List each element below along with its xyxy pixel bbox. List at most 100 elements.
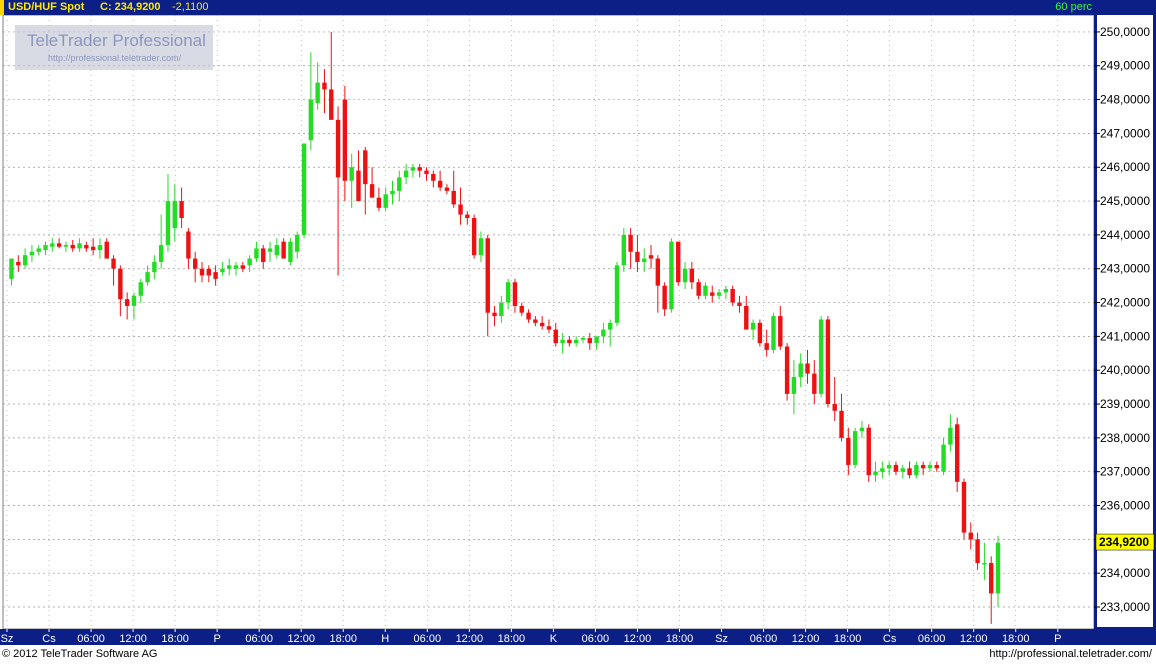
candle-body bbox=[825, 319, 831, 405]
candle-body bbox=[369, 184, 375, 198]
candle-body bbox=[812, 373, 817, 394]
candle-body bbox=[975, 539, 980, 564]
candle-body bbox=[505, 282, 511, 303]
x-tick-label: 18:00 bbox=[834, 633, 862, 645]
candle-body bbox=[995, 542, 1001, 594]
candle-body bbox=[458, 204, 463, 215]
period-label[interactable]: 60 perc bbox=[1055, 0, 1092, 15]
candle-body bbox=[233, 265, 239, 269]
candle-body bbox=[22, 255, 28, 266]
candle-body bbox=[97, 245, 103, 251]
price-axis[interactable]: 233,0000234,0000235,0000236,0000237,0000… bbox=[1094, 15, 1156, 629]
y-tick-label: 244,0000 bbox=[1100, 228, 1150, 242]
candle-body bbox=[322, 82, 327, 90]
footer-url[interactable]: http://professional.teletrader.com/ bbox=[989, 645, 1152, 664]
candle-body bbox=[635, 251, 640, 262]
chart-header: USD/HUF Spot C: 234,9200 -2,1100 60 perc bbox=[0, 0, 1156, 15]
candle-body bbox=[403, 170, 409, 178]
candle-body bbox=[982, 563, 987, 565]
candle-body bbox=[213, 272, 218, 279]
candle-body bbox=[696, 282, 701, 296]
candle-body bbox=[859, 427, 865, 432]
candle-body bbox=[274, 245, 280, 256]
candle-body bbox=[152, 261, 157, 273]
candle-body bbox=[158, 245, 164, 262]
x-tick-label: 12:00 bbox=[287, 633, 315, 645]
time-axis[interactable]: Sz Cs 06:00 12:00 18:00 P 06:00 12:00 18:00 H 06:0… bbox=[0, 629, 1156, 645]
candle-up bbox=[614, 261, 620, 327]
candle-body bbox=[288, 241, 293, 262]
candle-body bbox=[179, 201, 184, 218]
candle-body bbox=[267, 248, 273, 252]
candle-body bbox=[914, 464, 919, 476]
x-tick-label: Sz bbox=[1, 633, 14, 645]
x-tick-label: Sz bbox=[715, 633, 728, 645]
x-tick-label: 12:00 bbox=[624, 633, 652, 645]
candle-body bbox=[329, 89, 334, 120]
candle-body bbox=[594, 336, 599, 344]
price-chart[interactable]: 233,0000234,0000235,0000236,0000237,0000… bbox=[0, 15, 1156, 645]
y-tick-label: 241,0000 bbox=[1100, 329, 1150, 343]
candle-body bbox=[227, 265, 232, 269]
x-tick-label: Cs bbox=[883, 633, 897, 645]
y-tick-label: 236,0000 bbox=[1100, 499, 1150, 513]
candle-body bbox=[682, 268, 688, 283]
candle-body bbox=[56, 243, 62, 247]
candle-body bbox=[839, 410, 844, 438]
candle-body bbox=[710, 292, 715, 296]
candle-down bbox=[825, 316, 831, 408]
candle-body bbox=[866, 427, 871, 476]
x-tick-label: 12:00 bbox=[792, 633, 820, 645]
candle-body bbox=[43, 245, 48, 251]
candle-body bbox=[642, 258, 647, 262]
x-tick-label: 12:00 bbox=[119, 633, 147, 645]
candle-body bbox=[852, 431, 858, 465]
candle-body bbox=[886, 464, 892, 469]
candle-body bbox=[247, 258, 252, 266]
teletrader-logo: TeleTrader Professional http://professio… bbox=[15, 25, 213, 70]
header-marker bbox=[0, 0, 4, 15]
candle-body bbox=[805, 363, 810, 374]
x-tick-label: 06:00 bbox=[77, 633, 105, 645]
y-tick-label: 250,0000 bbox=[1100, 25, 1150, 39]
candle-body bbox=[669, 241, 674, 310]
candle-body bbox=[526, 312, 531, 320]
candle-body bbox=[648, 255, 654, 259]
y-tick-label: 238,0000 bbox=[1100, 431, 1150, 445]
symbol-label[interactable]: USD/HUF Spot bbox=[8, 0, 84, 15]
candle-body bbox=[655, 258, 661, 286]
candle-body bbox=[846, 437, 851, 465]
candle-body bbox=[920, 464, 926, 469]
candle-body bbox=[662, 285, 667, 310]
x-tick-label: 06:00 bbox=[918, 633, 946, 645]
candle-body bbox=[716, 292, 722, 296]
x-tick-label: Cs bbox=[42, 633, 56, 645]
candle-body bbox=[349, 167, 354, 181]
y-tick-label: 233,0000 bbox=[1100, 600, 1150, 614]
x-tick-label: 06:00 bbox=[414, 633, 442, 645]
candle-body bbox=[261, 248, 266, 262]
candle-body bbox=[818, 319, 824, 394]
candle-body bbox=[533, 319, 538, 323]
candle-body bbox=[118, 268, 123, 300]
candle-down bbox=[954, 417, 960, 492]
candle-up bbox=[852, 427, 858, 469]
candle-body bbox=[70, 245, 75, 249]
candle-body bbox=[410, 167, 416, 171]
candle-up bbox=[771, 312, 776, 354]
candle-body bbox=[703, 285, 708, 296]
x-tick-label: 18:00 bbox=[498, 633, 526, 645]
y-tick-label: 247,0000 bbox=[1100, 126, 1150, 140]
candle-body bbox=[580, 338, 586, 340]
candle-body bbox=[567, 339, 572, 344]
candle-body bbox=[363, 150, 368, 185]
candle-up bbox=[301, 143, 307, 239]
candle-body bbox=[757, 322, 763, 344]
candle-body bbox=[492, 312, 497, 317]
candle-body bbox=[539, 322, 545, 327]
candle-body bbox=[934, 464, 939, 469]
candle-body bbox=[186, 231, 191, 259]
candle-body bbox=[784, 346, 790, 394]
candle-body bbox=[471, 217, 477, 256]
y-tick-label: 245,0000 bbox=[1100, 194, 1150, 208]
